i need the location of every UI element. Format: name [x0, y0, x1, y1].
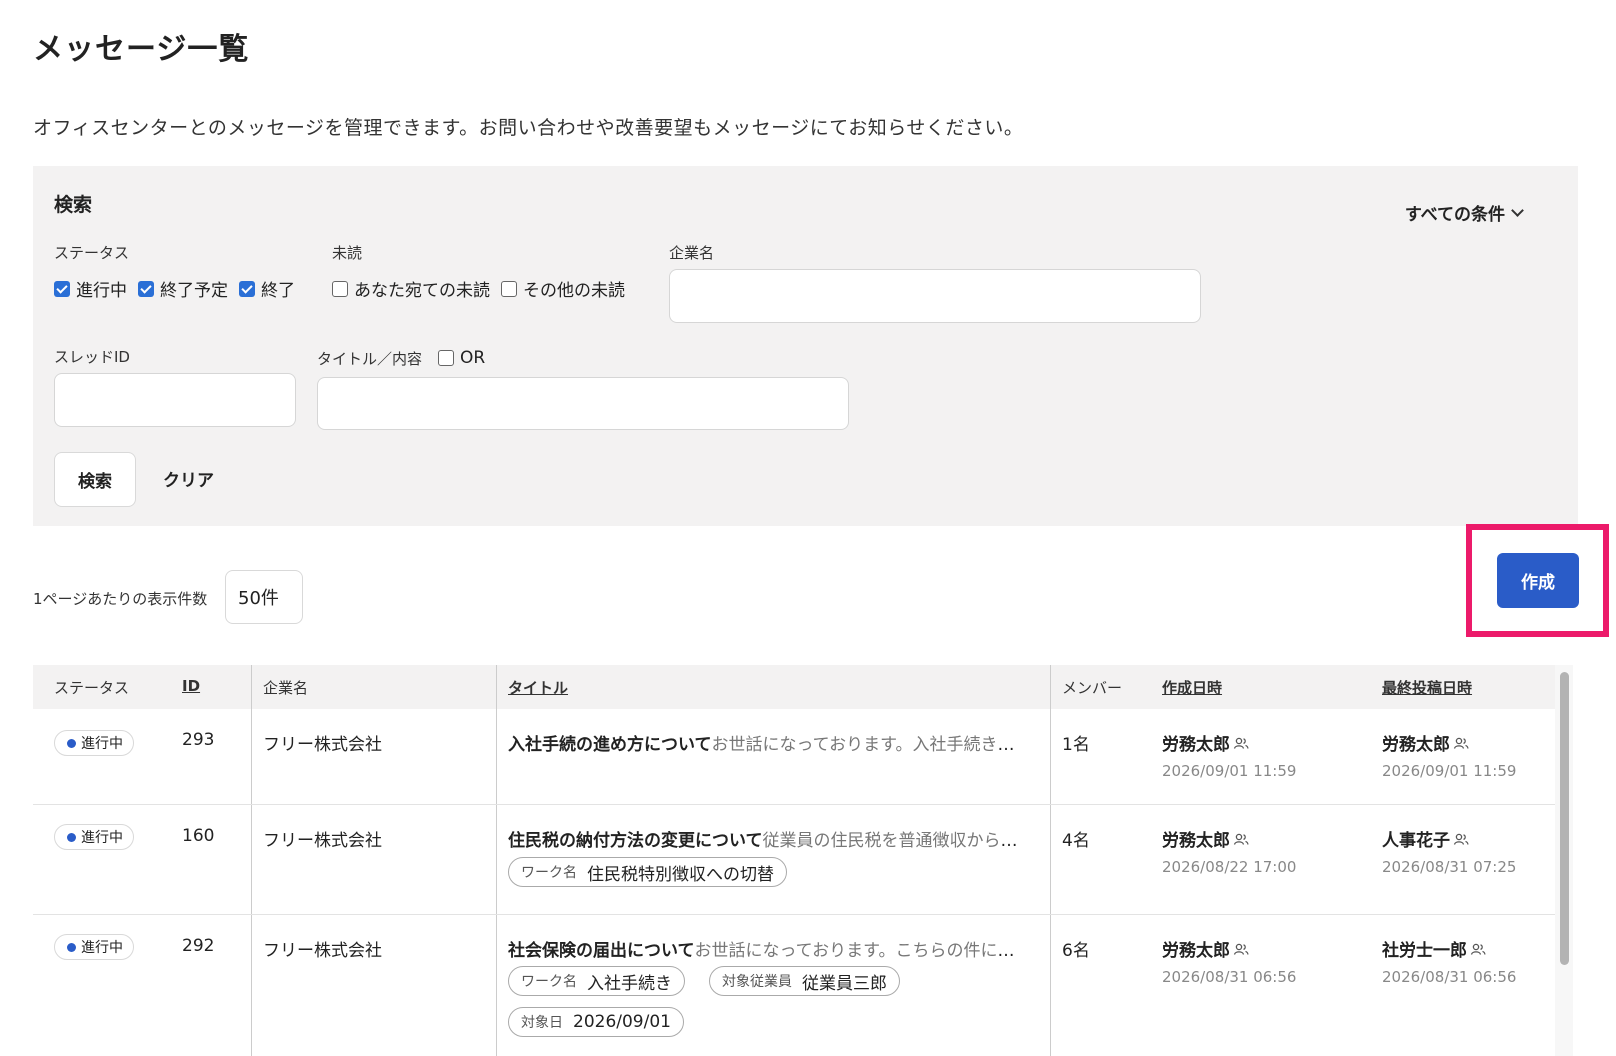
per-page-select[interactable]: 50件	[225, 570, 303, 624]
header-title-sort[interactable]: タイトル	[508, 677, 568, 698]
message-table: ステータス ID 企業名 タイトル メンバー 作成日時 最終投稿日時 進行中 2…	[33, 665, 1555, 1056]
row-created-by: 労務太郎	[1162, 730, 1249, 755]
checkbox-checked-icon	[138, 280, 154, 297]
checkbox-unchecked-icon	[332, 280, 348, 297]
row-members: 4名	[1062, 831, 1090, 851]
row-created-by: 労務太郎	[1162, 826, 1249, 851]
title-content-input[interactable]	[317, 377, 849, 430]
row-created-at: 2026/08/22 17:00	[1162, 858, 1297, 876]
header-last-post-sort[interactable]: 最終投稿日時	[1382, 677, 1472, 698]
row-created-at: 2026/08/31 06:56	[1162, 968, 1297, 986]
checkbox-checked-icon	[54, 280, 70, 297]
table-header: ステータス ID 企業名 タイトル メンバー 作成日時 最終投稿日時	[33, 665, 1555, 709]
row-members: 1名	[1062, 735, 1090, 755]
row-last-by: 社労士一郎	[1382, 936, 1486, 961]
status-dot-icon	[67, 738, 76, 748]
search-heading: 検索	[54, 194, 93, 216]
row-id: 160	[182, 826, 215, 846]
table-row[interactable]: 進行中 292 フリー株式会社 社会保険の届出についてお世話になっております。こ…	[33, 915, 1555, 1056]
chevron-down-icon	[1511, 203, 1524, 217]
row-company: フリー株式会社	[263, 735, 382, 755]
thread-id-input[interactable]	[54, 373, 296, 427]
or-checkbox[interactable]: OR	[438, 348, 485, 368]
unread-checkbox-to-you[interactable]: あなた宛ての未読	[332, 276, 490, 301]
status-dot-icon	[67, 942, 76, 952]
table-row[interactable]: 進行中 160 フリー株式会社 住民税の納付方法の変更について従業員の住民税を普…	[33, 805, 1555, 915]
row-last-at: 2026/08/31 06:56	[1382, 968, 1517, 986]
people-icon	[1453, 737, 1469, 749]
page-title: メッセージ一覧	[33, 32, 250, 67]
people-icon	[1233, 833, 1249, 845]
row-company: フリー株式会社	[263, 941, 382, 961]
row-created-at: 2026/09/01 11:59	[1162, 762, 1297, 780]
table-scrollbar-thumb[interactable]	[1560, 672, 1569, 965]
row-id: 293	[182, 730, 215, 750]
row-last-by: 労務太郎	[1382, 730, 1469, 755]
company-input[interactable]	[669, 269, 1201, 323]
target-date-tag: 対象日 2026/09/01	[508, 1007, 684, 1037]
unread-label: 未読	[332, 244, 363, 262]
status-checkbox-ending-soon[interactable]: 終了予定	[138, 276, 228, 301]
unread-checkbox-group: あなた宛ての未読 その他の未読	[332, 276, 636, 301]
header-members: メンバー	[1062, 679, 1123, 697]
header-company: 企業名	[263, 679, 309, 697]
search-button[interactable]: 検索	[54, 452, 136, 507]
status-dot-icon	[67, 832, 76, 842]
row-id: 292	[182, 936, 215, 956]
row-last-at: 2026/09/01 11:59	[1382, 762, 1517, 780]
header-id-sort[interactable]: ID	[182, 677, 200, 695]
table-row[interactable]: 進行中 293 フリー株式会社 入社手続の進め方についてお世話になっております。…	[33, 709, 1555, 805]
page-description: オフィスセンターとのメッセージを管理できます。お問い合わせや改善要望もメッセージ…	[33, 117, 1024, 139]
people-icon	[1470, 943, 1486, 955]
thread-id-label: スレッドID	[54, 348, 130, 366]
company-label: 企業名	[669, 244, 715, 262]
people-icon	[1233, 943, 1249, 955]
status-badge: 進行中	[54, 730, 134, 756]
all-conditions-toggle[interactable]: すべての条件	[1404, 200, 1524, 225]
row-title[interactable]: 入社手続の進め方についてお世話になっております。入社手続きについてご相談させてく…	[508, 730, 1023, 755]
title-content-label: タイトル／内容	[317, 350, 423, 368]
row-last-at: 2026/08/31 07:25	[1382, 858, 1517, 876]
unread-checkbox-others[interactable]: その他の未読	[501, 276, 625, 301]
status-checkbox-in-progress[interactable]: 進行中	[54, 276, 127, 301]
status-badge: 進行中	[54, 934, 134, 960]
row-title[interactable]: 社会保険の届出についてお世話になっております。こちらの件についてご確認をお願いい…	[508, 936, 1023, 961]
status-checkbox-finished[interactable]: 終了	[239, 276, 295, 301]
row-title[interactable]: 住民税の納付方法の変更について従業員の住民税を普通徴収から特別徴収へ切り替えたい…	[508, 826, 1023, 851]
people-icon	[1453, 833, 1469, 845]
work-name-tag: ワーク名 入社手続き	[508, 966, 685, 996]
search-panel: 検索 すべての条件 ステータス 進行中 終了予定 終了 未読 あなた宛ての未読 …	[33, 166, 1578, 526]
status-checkbox-group: 進行中 終了予定 終了	[54, 276, 306, 301]
per-page-label: 1ページあたりの表示件数	[33, 590, 208, 608]
target-employee-tag: 対象従業員 従業員三郎	[709, 966, 900, 996]
checkbox-unchecked-icon	[438, 350, 454, 366]
header-created-sort[interactable]: 作成日時	[1162, 677, 1222, 698]
people-icon	[1233, 737, 1249, 749]
status-badge: 進行中	[54, 824, 134, 850]
checkbox-unchecked-icon	[501, 280, 517, 297]
create-button[interactable]: 作成	[1497, 553, 1579, 608]
checkbox-checked-icon	[239, 280, 255, 297]
clear-button[interactable]: クリア	[163, 466, 214, 491]
work-name-tag: ワーク名 住民税特別徴収への切替	[508, 857, 787, 887]
status-label: ステータス	[54, 244, 130, 262]
all-conditions-label: すべての条件	[1404, 205, 1505, 225]
row-created-by: 労務太郎	[1162, 936, 1249, 961]
row-members: 6名	[1062, 941, 1090, 961]
row-company: フリー株式会社	[263, 831, 382, 851]
row-last-by: 人事花子	[1382, 826, 1469, 851]
header-status: ステータス	[54, 679, 130, 697]
